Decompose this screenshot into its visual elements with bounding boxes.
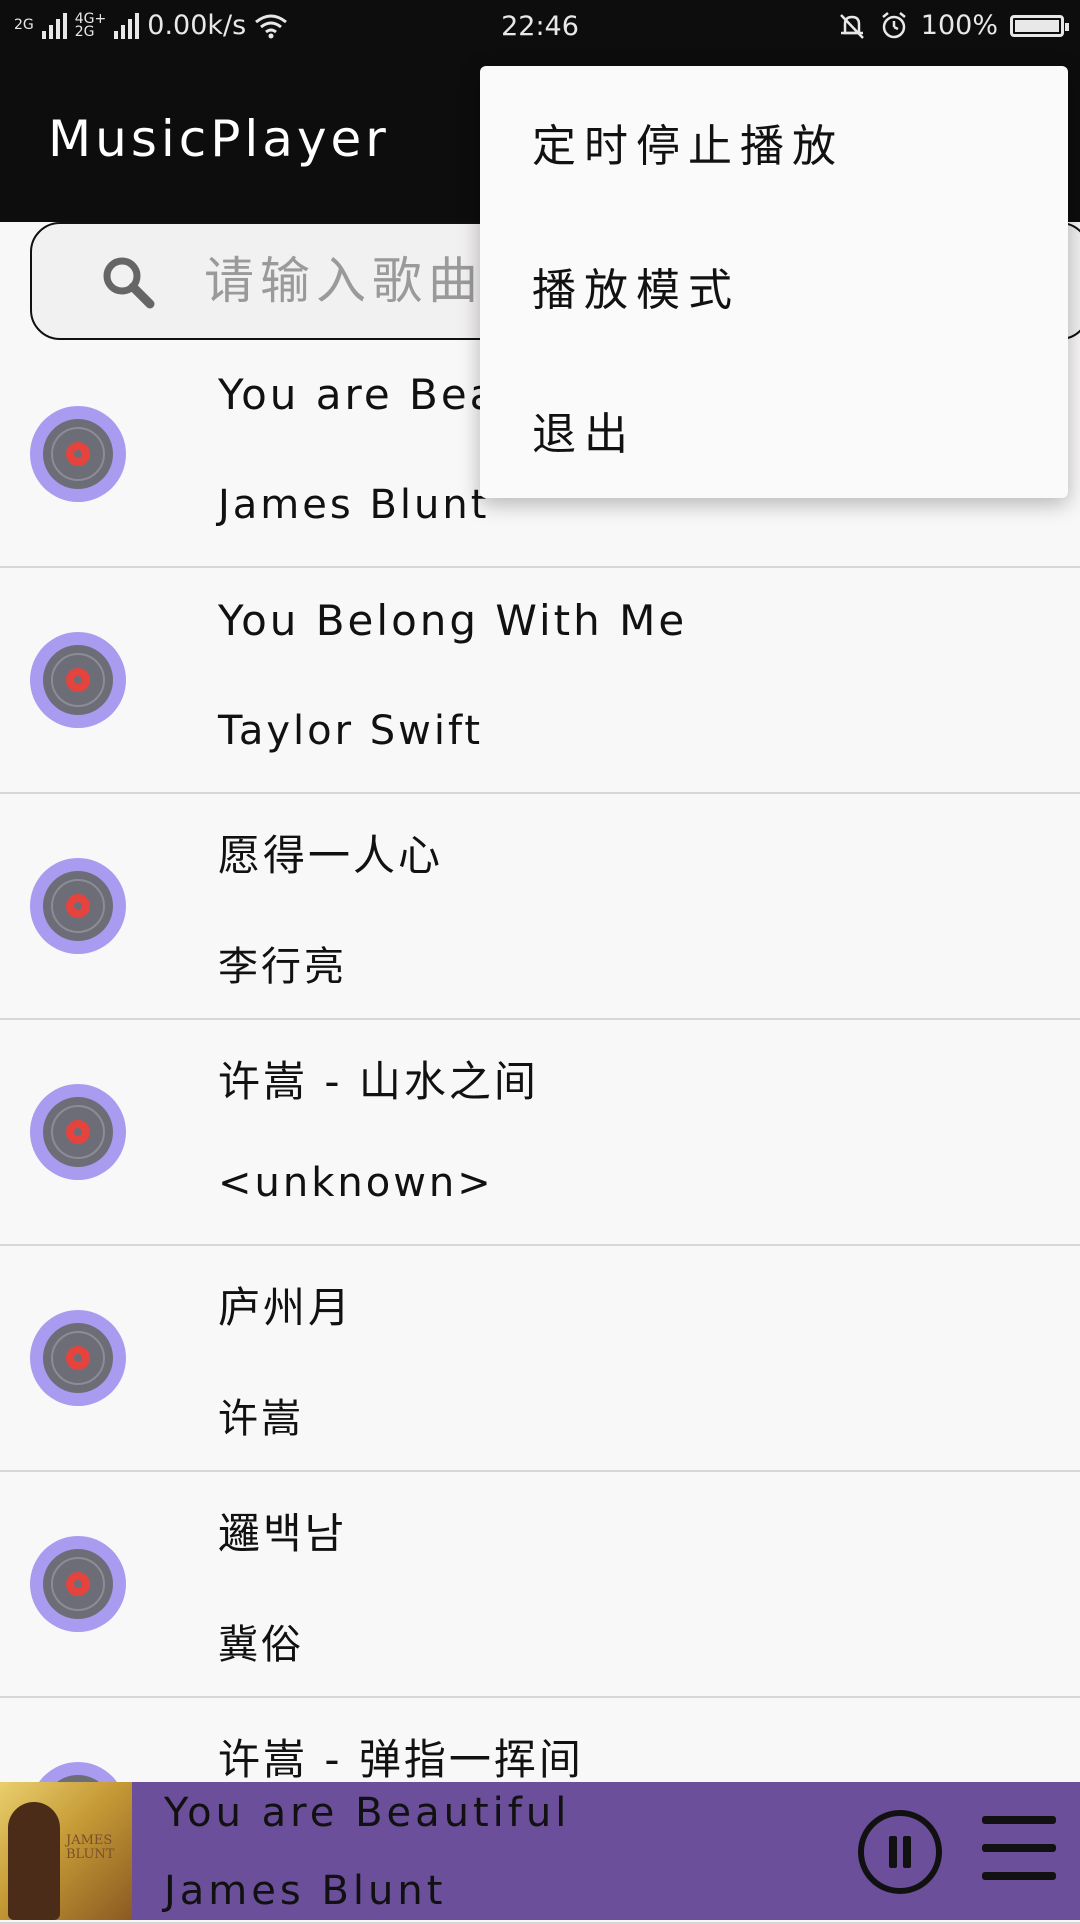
now-playing-bar[interactable]: JAMES BLUNT You are Beautiful James Blun… <box>0 1782 1080 1920</box>
search-icon <box>103 257 155 309</box>
menu-item-exit[interactable]: 退出 <box>532 398 636 462</box>
song-artist: 李行亮 <box>218 944 347 990</box>
song-artist: James Blunt <box>218 482 490 528</box>
status-right: 100% <box>837 10 1069 41</box>
disc-icon <box>30 632 126 728</box>
song-item[interactable]: 庐州月 许嵩 <box>0 1246 1080 1472</box>
song-title: 庐州月 <box>218 1283 354 1332</box>
alarm-icon <box>882 11 906 38</box>
song-artist: Taylor Swift <box>218 708 484 754</box>
playlist-icon-bar <box>982 1872 1056 1880</box>
now-playing-title: You are Beautiful <box>164 1790 571 1836</box>
pause-icon-bar <box>903 1836 911 1868</box>
mute-bell-icon <box>839 13 864 39</box>
menu-item-timer-stop[interactable]: 定时停止播放 <box>532 110 844 174</box>
song-list: You are Beautiful James Blunt You Belong… <box>0 342 1080 1924</box>
album-art[interactable]: JAMES BLUNT <box>0 1782 132 1920</box>
playlist-icon-bar <box>982 1844 1056 1852</box>
playlist-icon <box>982 1816 1056 1824</box>
now-playing-artist: James Blunt <box>164 1868 447 1914</box>
song-item[interactable]: 许嵩 - 山水之间 <unknown> <box>0 1020 1080 1246</box>
status-bar: 2G 4G+ 2G 0.00k/s 22:46 100% <box>0 0 1080 54</box>
album-art-figure <box>8 1802 60 1920</box>
song-item[interactable]: 邏백남 冀俗 <box>0 1472 1080 1698</box>
song-title: You Belong With Me <box>218 596 688 645</box>
pause-icon <box>889 1836 897 1868</box>
overflow-menu: 定时停止播放 播放模式 退出 <box>480 66 1068 498</box>
song-artist: 许嵩 <box>218 1396 304 1442</box>
song-title: 邏백남 <box>218 1509 347 1558</box>
song-title: 许嵩 - 弹指一挥间 <box>218 1735 584 1784</box>
disc-icon <box>30 1310 126 1406</box>
playlist-button[interactable] <box>982 1816 1056 1880</box>
disc-icon <box>30 858 126 954</box>
album-art-text: JAMES BLUNT <box>66 1833 115 1862</box>
disc-icon <box>30 1536 126 1632</box>
song-artist: 冀俗 <box>218 1622 304 1668</box>
disc-icon <box>30 1084 126 1180</box>
song-artist: <unknown> <box>218 1160 494 1206</box>
menu-item-play-mode[interactable]: 播放模式 <box>532 254 740 318</box>
pause-button[interactable] <box>858 1810 942 1894</box>
battery-percent: 100% <box>920 10 998 41</box>
song-item[interactable]: 愿得一人心 李行亮 <box>0 794 1080 1020</box>
disc-icon <box>30 406 126 502</box>
battery-icon <box>1010 14 1069 37</box>
song-title: 许嵩 - 山水之间 <box>218 1057 539 1106</box>
song-title: 愿得一人心 <box>218 831 444 880</box>
song-item[interactable]: You Belong With Me Taylor Swift <box>0 568 1080 794</box>
app-title: MusicPlayer <box>48 110 390 168</box>
